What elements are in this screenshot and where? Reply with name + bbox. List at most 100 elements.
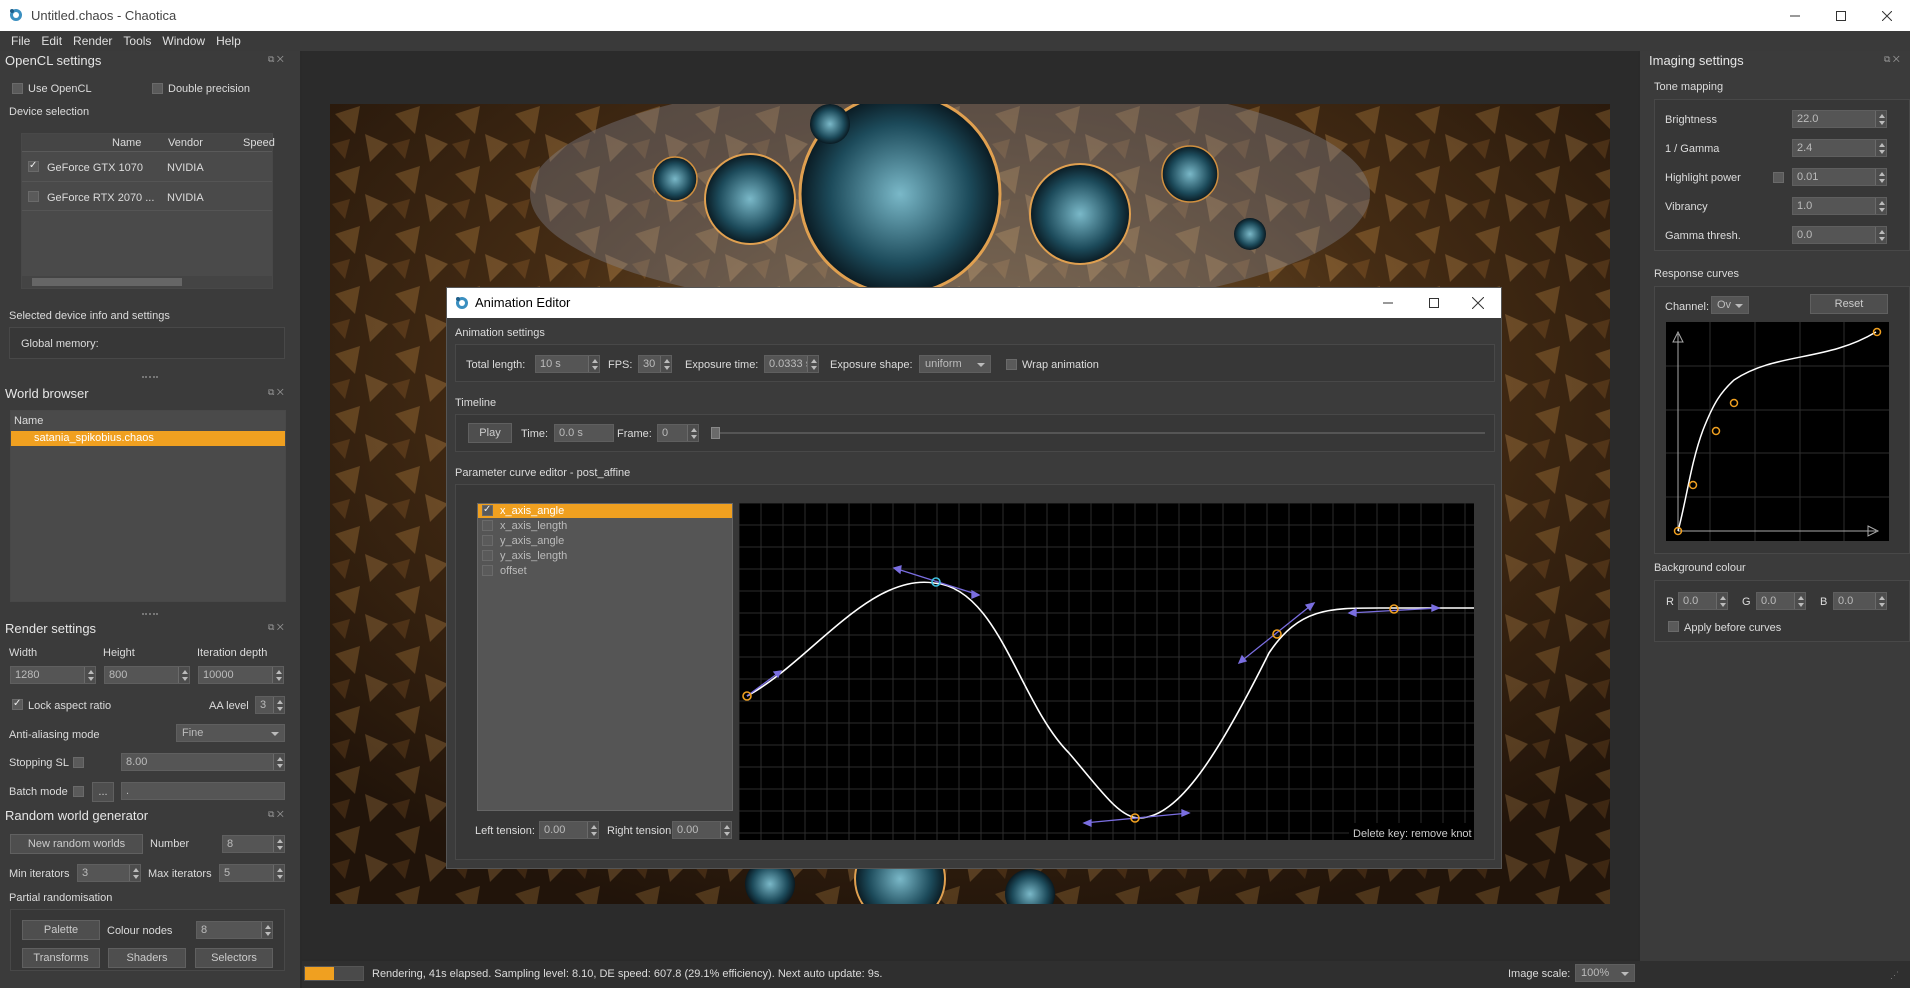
splitter-handle[interactable] [142, 376, 158, 378]
colour-nodes-value: 8 [201, 924, 208, 936]
gamma-thresh-input[interactable]: 0.0 [1792, 226, 1887, 244]
iteration-depth-input[interactable]: 10000 [198, 666, 284, 684]
transforms-button[interactable]: Transforms [22, 948, 100, 968]
timeline-slider-handle[interactable] [711, 427, 720, 439]
param-label[interactable]: offset [500, 565, 527, 577]
world-col-name[interactable]: Name [14, 415, 43, 427]
batch-browse-button[interactable]: ... [92, 782, 114, 802]
maximize-button[interactable] [1818, 0, 1864, 31]
aa-mode-select[interactable]: Fine [176, 724, 285, 742]
brightness-label: Brightness [1665, 114, 1717, 126]
left-tension-input[interactable]: 0.00 [539, 821, 599, 839]
dock-buttons-icon[interactable]: ⧉ ✕ [268, 809, 284, 820]
double-precision-label: Double precision [168, 83, 250, 95]
channel-select[interactable]: Ov [1711, 296, 1749, 314]
dock-buttons-icon[interactable]: ⧉ ✕ [268, 387, 284, 398]
palette-button[interactable]: Palette [22, 920, 100, 940]
batch-path-input[interactable]: . [121, 782, 285, 800]
width-label: Width [9, 647, 38, 659]
horizontal-scrollbar[interactable] [22, 276, 272, 288]
use-opencl-checkbox[interactable] [12, 83, 23, 94]
response-curve-editor[interactable] [1666, 322, 1889, 541]
dock-buttons-icon[interactable]: ⧉ ✕ [268, 54, 284, 65]
total-length-input[interactable]: 10 s [535, 355, 600, 373]
app-logo-icon [10, 9, 22, 21]
frame-label: Frame: [617, 428, 652, 440]
menu-file[interactable]: File [11, 34, 30, 48]
close-button[interactable] [1864, 0, 1910, 31]
dock-buttons-icon[interactable]: ⧉ ✕ [268, 622, 284, 633]
device-checkbox[interactable] [28, 159, 39, 173]
number-input[interactable]: 8 [222, 835, 285, 853]
r-input[interactable]: 0.0 [1678, 592, 1728, 610]
batch-mode-checkbox[interactable] [73, 786, 84, 797]
param-label[interactable]: y_axis_angle [500, 535, 564, 547]
min-iterators-input[interactable]: 3 [77, 864, 141, 882]
brightness-input[interactable]: 22.0 [1792, 110, 1887, 128]
exposure-time-input[interactable]: 0.0333 s [764, 355, 819, 373]
colour-nodes-input[interactable]: 8 [196, 921, 273, 939]
shaders-button[interactable]: Shaders [108, 948, 186, 968]
image-scale-label: Image scale: [1508, 968, 1571, 980]
param-checkbox[interactable] [482, 520, 493, 531]
stopping-sl-input[interactable]: 8.00 [121, 753, 285, 771]
g-input[interactable]: 0.0 [1756, 592, 1806, 610]
wrap-animation-checkbox[interactable] [1006, 359, 1017, 370]
frame-input[interactable]: 0 [657, 424, 699, 442]
param-checkbox[interactable] [482, 565, 493, 576]
menu-help[interactable]: Help [216, 34, 241, 48]
max-iterators-input[interactable]: 5 [219, 864, 285, 882]
new-random-worlds-button[interactable]: New random worlds [10, 834, 143, 854]
splitter-handle[interactable] [142, 613, 158, 615]
aa-level-input[interactable]: 3 [255, 696, 285, 714]
reset-curves-button[interactable]: Reset [1810, 294, 1888, 314]
param-label[interactable]: y_axis_length [500, 550, 567, 562]
parameter-curve-canvas[interactable] [739, 503, 1474, 840]
b-input[interactable]: 0.0 [1833, 592, 1887, 610]
apply-before-curves-checkbox[interactable] [1668, 621, 1679, 632]
highlight-power-checkbox[interactable] [1773, 172, 1784, 183]
highlight-power-input[interactable]: 0.01 [1792, 168, 1887, 186]
total-length-value: 10 s [540, 358, 561, 370]
dialog-maximize-button[interactable] [1411, 288, 1457, 318]
lock-aspect-checkbox[interactable] [12, 697, 23, 711]
dock-buttons-icon[interactable]: ⧉ ✕ [1884, 54, 1900, 65]
stopping-sl-checkbox[interactable] [73, 757, 84, 768]
minimize-button[interactable] [1772, 0, 1818, 31]
exposure-time-value: 0.0333 s [769, 358, 812, 370]
vibrancy-input[interactable]: 1.0 [1792, 197, 1887, 215]
gamma-label: 1 / Gamma [1665, 143, 1720, 155]
dialog-minimize-button[interactable] [1365, 288, 1411, 318]
fps-input[interactable]: 30 [638, 355, 672, 373]
double-precision-checkbox[interactable] [152, 83, 163, 94]
param-checkbox[interactable] [482, 535, 493, 546]
dialog-close-button[interactable] [1455, 288, 1501, 318]
selectors-button[interactable]: Selectors [195, 948, 273, 968]
param-checkbox[interactable] [482, 550, 493, 561]
menu-window[interactable]: Window [162, 34, 205, 48]
col-vendor[interactable]: Vendor [168, 137, 203, 149]
play-button[interactable]: Play [468, 423, 512, 443]
resize-grip-icon[interactable]: ⋰ [1890, 970, 1902, 982]
timeline-slider-track[interactable] [711, 432, 1485, 434]
gamma-thresh-value: 0.0 [1797, 229, 1813, 241]
iteration-depth-label: Iteration depth [197, 647, 268, 659]
max-iterators-value: 5 [224, 867, 231, 879]
menu-render[interactable]: Render [73, 34, 112, 48]
gamma-input[interactable]: 2.4 [1792, 139, 1887, 157]
col-speed[interactable]: Speed [243, 137, 275, 149]
height-input[interactable]: 800 [104, 666, 190, 684]
menu-edit[interactable]: Edit [41, 34, 62, 48]
device-checkbox[interactable] [28, 191, 39, 202]
param-label[interactable]: x_axis_length [500, 520, 567, 532]
col-name[interactable]: Name [112, 137, 141, 149]
width-input[interactable]: 1280 [10, 666, 96, 684]
param-checkbox[interactable] [482, 503, 493, 517]
menu-tools[interactable]: Tools [123, 34, 151, 48]
aa-level-label: AA level [209, 700, 249, 712]
image-scale-select[interactable]: 100% [1575, 964, 1635, 982]
global-memory-label: Global memory: [21, 338, 99, 350]
right-tension-input[interactable]: 0.00 [672, 821, 732, 839]
exposure-shape-select[interactable]: uniform [919, 355, 991, 373]
time-input[interactable]: 0.0 s [554, 424, 614, 442]
